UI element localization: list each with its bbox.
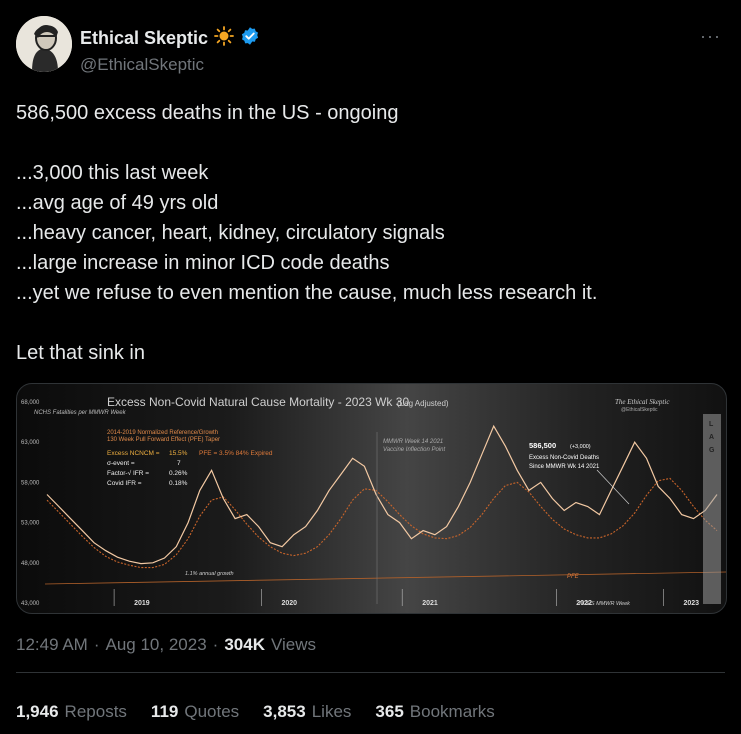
stat-label: Quotes — [184, 702, 240, 721]
stat-value: 0.18% — [169, 480, 188, 487]
stat-count: 119 — [150, 702, 179, 721]
callout-line: Excess Non-Covid Deaths — [529, 455, 599, 461]
callout-delta: (+3,000) — [570, 444, 591, 450]
stat-label: Excess NCNCM = — [107, 450, 160, 457]
lag-region — [703, 414, 721, 604]
stat-count: 365 — [375, 702, 404, 721]
verified-badge-icon[interactable] — [240, 26, 260, 51]
author-handle[interactable]: @EthicalSkeptic — [80, 55, 260, 75]
tweet-line: Let that sink in — [16, 342, 145, 364]
stat-count: 1,946 — [16, 702, 59, 721]
y-axis-label: NCHS Fatalities per MMWR Week — [34, 410, 127, 416]
tweet-line: ​ — [16, 128, 725, 158]
x-tick-label: 2021 — [422, 600, 438, 607]
watermark-name: The Ethical Skeptic — [615, 398, 670, 406]
callout-pointer — [596, 469, 630, 505]
author-name-row: Ethical Skeptic — [80, 26, 260, 51]
y-tick-label: 53,000 — [21, 521, 40, 527]
tweet-line: ...heavy cancer, heart, kidney, circulat… — [16, 222, 445, 244]
avatar[interactable] — [16, 16, 72, 72]
vaccine-marker-label: Vaccine Inflection Point — [383, 447, 445, 453]
callout-value: 586,500 — [529, 441, 556, 450]
author-display-name[interactable]: Ethical Skeptic — [80, 28, 208, 49]
stat-label: Reposts — [64, 702, 127, 721]
avatar-portrait-icon — [16, 16, 72, 72]
y-tick-label: 68,000 — [21, 400, 40, 406]
watermark-handle: @EthicalSkeptic — [621, 407, 658, 413]
pfe-label: PFE — [567, 574, 580, 580]
stat-label: Likes — [311, 702, 352, 721]
views-label: Views — [270, 635, 317, 654]
tweet-meta: 12:49 AM · Aug 10, 2023 · 304K Views — [16, 635, 316, 655]
stat-value: 7 — [177, 460, 181, 467]
more-icon[interactable]: ··· — [700, 26, 721, 47]
x-axis-note: NCHS MMWR Week — [579, 601, 630, 607]
legend-line: 2014-2019 Normalized Reference/Growth — [107, 430, 218, 436]
stat-value: 0.26% — [169, 470, 188, 477]
y-tick-label: 48,000 — [21, 561, 40, 567]
likes-stat[interactable]: 3,853 Likes — [263, 702, 351, 722]
tweet-line: ...3,000 this last week — [16, 162, 209, 184]
tweet-media-chart[interactable]: 68,000 63,000 58,000 53,000 48,000 43,000 201… — [16, 383, 727, 614]
x-tick-label: 2020 — [282, 600, 298, 607]
reposts-stat[interactable]: 1,946 Reposts — [16, 702, 127, 722]
views-count: 304K — [224, 635, 265, 654]
y-tick-label: 58,000 — [21, 480, 40, 486]
tweet-header: Ethical Skeptic @EthicalSkeptic ··· — [16, 16, 725, 76]
tweet-line: ...yet we refuse to even mention the cau… — [16, 282, 598, 304]
legend-line: 130 Week Pull Forward Effect (PFE) Taper — [107, 437, 220, 443]
y-tick-label: 63,000 — [21, 440, 40, 446]
stat-count: 3,853 — [263, 702, 306, 721]
y-tick-label: 43,000 — [21, 601, 40, 607]
divider — [16, 672, 725, 673]
stat-label: σ-event = — [107, 460, 135, 467]
reference-series-line — [46, 477, 718, 569]
stats-block: Excess NCNCM = 15.5% σ-event = 7 Factor-… — [107, 450, 273, 487]
growth-trend-line — [44, 571, 726, 585]
tweet-line: 586,500 excess deaths in the US - ongoin… — [16, 102, 399, 124]
stat-label: Covid IFR = — [107, 480, 142, 487]
meta-separator: · — [93, 635, 100, 654]
tweet-line: ...avg age of 49 yrs old — [16, 192, 219, 214]
x-tick-label: 2023 — [684, 600, 700, 607]
vaccine-marker-label: MMWR Week 14 2021 — [383, 439, 443, 445]
sun-emoji-icon — [214, 26, 234, 51]
pfe-note: PFE = 3.5% 84% Expired — [199, 450, 273, 457]
stat-value: 15.5% — [169, 450, 188, 457]
bookmarks-stat[interactable]: 365 Bookmarks — [375, 702, 494, 722]
quotes-stat[interactable]: 119 Quotes — [151, 702, 239, 722]
callout-line: Since MMWR Wk 14 2021 — [529, 464, 600, 470]
x-tick-label: 2019 — [134, 600, 150, 607]
tweet-time[interactable]: 12:49 AM — [16, 635, 88, 655]
mortality-chart: 68,000 63,000 58,000 53,000 48,000 43,000 201… — [21, 395, 726, 607]
stat-label: Factor-√ IFR = — [107, 469, 149, 477]
tweet-date[interactable]: Aug 10, 2023 — [106, 635, 207, 655]
actual-series-line — [46, 424, 718, 565]
tweet-line: ​ — [16, 308, 725, 338]
meta-separator: · — [212, 635, 219, 654]
stat-label: Bookmarks — [409, 702, 495, 721]
tweet-text: 586,500 excess deaths in the US - ongoin… — [16, 98, 725, 368]
chart-title-suffix: (Lag Adjusted) — [397, 399, 449, 408]
growth-note: 1.1% annual growth — [185, 571, 234, 577]
chart-title: Excess Non-Covid Natural Cause Mortality… — [107, 395, 409, 409]
tweet-line: ...large increase in minor ICD code deat… — [16, 252, 390, 274]
engagement-stats: 1,946 Reposts 119 Quotes 3,853 Likes 365… — [16, 702, 495, 722]
